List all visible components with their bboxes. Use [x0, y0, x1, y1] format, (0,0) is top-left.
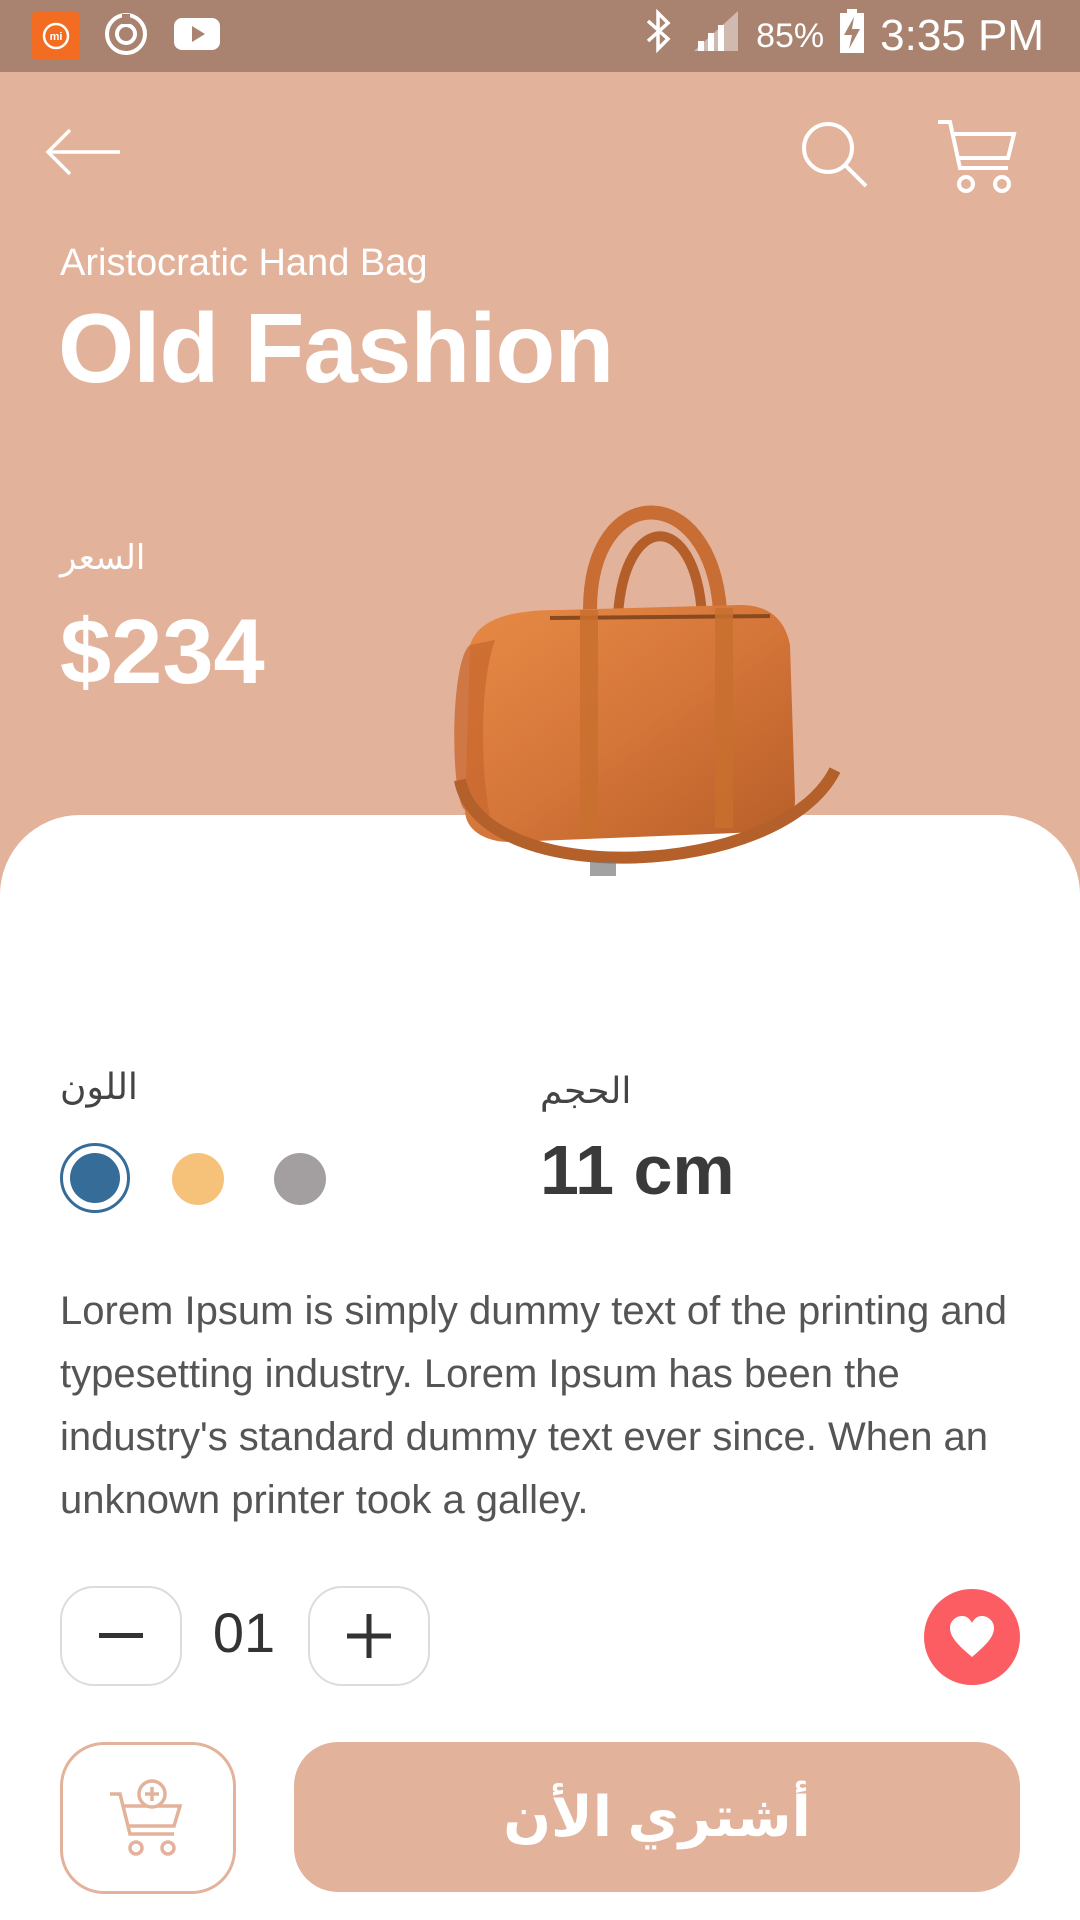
- status-bar-right: 85% 3:35 PM: [642, 0, 1044, 72]
- sync-icon: [102, 10, 150, 63]
- product-price: $234: [60, 601, 265, 703]
- quantity-decrease-button[interactable]: [60, 1586, 182, 1686]
- product-subtitle: Aristocratic Hand Bag: [60, 242, 428, 284]
- add-to-cart-button[interactable]: [60, 1742, 236, 1894]
- color-swatch-dot: [70, 1153, 120, 1203]
- battery-percent: 85%: [756, 16, 825, 55]
- product-image: [454, 505, 841, 876]
- quantity-value: 01: [212, 1601, 276, 1664]
- signal-icon: [690, 7, 742, 66]
- heart-icon: [950, 1616, 994, 1657]
- color-swatch-gray[interactable]: [274, 1153, 326, 1205]
- add-to-cart-icon: [110, 1779, 183, 1856]
- svg-text:mi: mi: [50, 31, 63, 43]
- buy-now-button[interactable]: أشتري الأن: [294, 1742, 1020, 1892]
- size-value: 11 cm: [540, 1131, 735, 1209]
- mi-icon: mi: [32, 12, 80, 60]
- color-swatch-yellow[interactable]: [172, 1153, 224, 1205]
- search-button[interactable]: [796, 116, 872, 192]
- product-description: Lorem Ipsum is simply dummy text of the …: [60, 1289, 1008, 1522]
- youtube-icon: [172, 14, 222, 59]
- status-bar: mi 85% 3:35 PM: [0, 0, 1080, 72]
- product-title: Old Fashion: [58, 293, 614, 403]
- color-swatch-blue[interactable]: [60, 1143, 130, 1213]
- status-bar-left: mi: [32, 12, 222, 60]
- size-label: الحجم: [540, 1070, 632, 1111]
- color-label: اللون: [60, 1066, 138, 1107]
- search-icon: [802, 122, 868, 188]
- quantity-increase-button[interactable]: [308, 1586, 430, 1686]
- battery-charging-icon: [838, 7, 866, 66]
- back-button[interactable]: [44, 112, 124, 192]
- favorite-button[interactable]: [924, 1589, 1020, 1685]
- cart-button[interactable]: [936, 116, 1020, 196]
- back-arrow-icon: [45, 128, 120, 176]
- status-time: 3:35 PM: [880, 11, 1044, 60]
- bluetooth-icon: [642, 7, 676, 66]
- minus-icon: [99, 1633, 143, 1638]
- plus-icon: [347, 1614, 391, 1658]
- cart-icon: [938, 120, 1017, 193]
- price-label: السعر: [60, 539, 146, 577]
